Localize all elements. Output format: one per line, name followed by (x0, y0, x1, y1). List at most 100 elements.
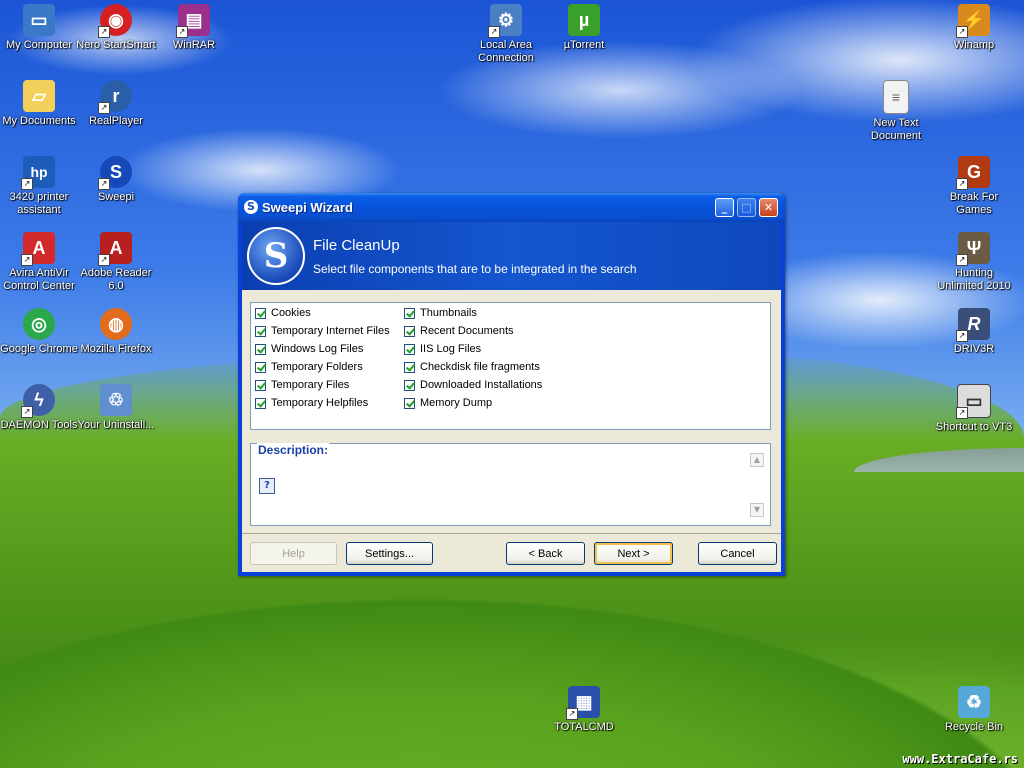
checkbox-checked-icon[interactable] (255, 307, 266, 319)
desktop-icon-hp-printer-assistant[interactable]: hp ↗ 3420 printer assistant (0, 156, 79, 217)
firefox-icon: ◍ (100, 308, 132, 340)
driver-icon: R ↗ (956, 308, 990, 342)
network-icon: ⚙ ↗ (488, 4, 522, 38)
maximize-button[interactable]: □ (737, 198, 756, 217)
cancel-button[interactable]: Cancel (698, 542, 777, 565)
recycle-icon: ♲ (100, 384, 132, 416)
next-button[interactable]: Next > (594, 542, 673, 565)
computer-icon: ▭ (23, 4, 55, 36)
back-button[interactable]: < Back (506, 542, 585, 565)
wizard-header: S File CleanUp Select file components th… (242, 222, 781, 290)
checkbox-checked-icon[interactable] (255, 361, 266, 373)
close-button[interactable]: ✕ (759, 198, 778, 217)
window-client: S File CleanUp Select file components th… (242, 222, 781, 572)
options-panel: Cookies Temporary Internet Files Windows… (250, 302, 771, 430)
checkbox-checked-icon[interactable] (404, 343, 415, 355)
description-scrollbar[interactable]: ▲ ▼ (750, 453, 764, 517)
sweepi-app-icon: S (244, 200, 258, 214)
option-checkdisk-file-fragments[interactable]: Checkdisk file fragments (404, 359, 540, 375)
winamp-icon: ⚡ ↗ (956, 4, 990, 38)
desktop-icon-shortcut-vt3[interactable]: ▭ ↗ Shortcut to VT3 (934, 384, 1014, 434)
watermark: www.ExtraCafe.rs (902, 752, 1018, 766)
checkbox-checked-icon[interactable] (404, 361, 415, 373)
adobe-reader-icon: A ↗ (98, 232, 132, 266)
minimize-icon: _ (721, 201, 728, 214)
help-button[interactable]: Help (250, 542, 337, 565)
chrome-icon: ◎ (23, 308, 55, 340)
page-title: File CleanUp (313, 237, 400, 254)
option-recent-documents[interactable]: Recent Documents (404, 323, 514, 339)
hp-icon: hp ↗ (21, 156, 55, 190)
desktop-icon-hunting-unlimited[interactable]: Ψ ↗ Hunting Unlimited 2010 (934, 232, 1014, 293)
checkbox-checked-icon[interactable] (404, 397, 415, 409)
checkbox-checked-icon[interactable] (255, 343, 266, 355)
option-downloaded-installations[interactable]: Downloaded Installations (404, 377, 542, 393)
settings-button[interactable]: Settings... (346, 542, 433, 565)
option-memory-dump[interactable]: Memory Dump (404, 395, 492, 411)
description-panel: Description: ? ▲ ▼ (250, 443, 771, 526)
desktop-icon-winrar[interactable]: ▤ ↗ WinRAR (154, 4, 234, 52)
desktop-icon-utorrent[interactable]: µ µTorrent (544, 4, 624, 52)
option-temporary-helpfiles[interactable]: Temporary Helpfiles (255, 395, 368, 411)
text-document-icon: ≡ (883, 80, 909, 114)
checkbox-checked-icon[interactable] (404, 307, 415, 319)
scroll-track[interactable] (750, 467, 764, 503)
desktop-icon-driv3r[interactable]: R ↗ DRIV3R (934, 308, 1014, 356)
scroll-down-icon[interactable]: ▼ (750, 503, 764, 517)
desktop-icon-daemon-tools[interactable]: ϟ ↗ DAEMON Tools (0, 384, 79, 432)
sweepi-icon: S ↗ (98, 156, 132, 190)
desktop-icon-my-computer[interactable]: ▭ My Computer (0, 4, 79, 52)
totalcmd-icon: ▦ ↗ (566, 686, 600, 720)
scroll-up-icon[interactable]: ▲ (750, 453, 764, 467)
desktop-icon-break-for-games[interactable]: G ↗ Break For Games (934, 156, 1014, 217)
folder-icon: ▱ (23, 80, 55, 112)
desktop-icon-local-area-connection[interactable]: ⚙ ↗ Local Area Connection (466, 4, 546, 65)
desktop-icon-new-text-document[interactable]: ≡ New Text Document (856, 80, 936, 143)
option-cookies[interactable]: Cookies (255, 305, 311, 321)
page-subtitle: Select file components that are to be in… (313, 262, 637, 276)
option-temporary-internet-files[interactable]: Temporary Internet Files (255, 323, 390, 339)
game-icon: G ↗ (956, 156, 990, 190)
option-iis-log-files[interactable]: IIS Log Files (404, 341, 481, 357)
desktop-icon-your-uninstaller[interactable]: ♲ Your Uninstall... (76, 384, 156, 432)
winrar-icon: ▤ ↗ (176, 4, 210, 38)
desktop-icon-avira[interactable]: A ↗ Avira AntiVir Control Center (0, 232, 79, 293)
avira-icon: A ↗ (21, 232, 55, 266)
maximize-icon: □ (741, 201, 752, 214)
daemon-tools-icon: ϟ ↗ (21, 384, 55, 418)
desktop-icon-sweepi[interactable]: S ↗ Sweepi (76, 156, 156, 204)
title-bar[interactable]: S Sweepi Wizard _ □ ✕ (238, 193, 785, 222)
option-windows-log-files[interactable]: Windows Log Files (255, 341, 363, 357)
utorrent-icon: µ (568, 4, 600, 36)
desktop-icon-my-documents[interactable]: ▱ My Documents (0, 80, 79, 128)
checkbox-checked-icon[interactable] (255, 379, 266, 391)
desktop-icon-recycle-bin[interactable]: ♻ Recycle Bin (934, 686, 1014, 734)
checkbox-checked-icon[interactable] (255, 397, 266, 409)
button-separator (242, 533, 781, 534)
description-label: Description: (257, 443, 330, 457)
desktop-icon-nero[interactable]: ◉ ↗ Nero StartSmart (76, 4, 156, 52)
option-thumbnails[interactable]: Thumbnails (404, 305, 477, 321)
desktop-icon-mozilla-firefox[interactable]: ◍ Mozilla Firefox (76, 308, 156, 356)
desktop-icon-winamp[interactable]: ⚡ ↗ Winamp (934, 4, 1014, 52)
deer-icon: Ψ ↗ (956, 232, 990, 266)
window-title: Sweepi Wizard (262, 200, 353, 215)
close-icon: ✕ (763, 201, 774, 214)
program-icon: ▭ ↗ (956, 384, 991, 419)
realplayer-icon: r ↗ (98, 80, 132, 114)
desktop-icon-totalcmd[interactable]: ▦ ↗ TOTALCMD (544, 686, 624, 734)
recycle-bin-icon: ♻ (958, 686, 990, 718)
nero-icon: ◉ ↗ (98, 4, 132, 38)
checkbox-checked-icon[interactable] (404, 325, 415, 337)
sweepi-wizard-window: S Sweepi Wizard _ □ ✕ S File CleanUp Sel… (238, 193, 785, 576)
sweepi-logo-icon: S (247, 227, 305, 285)
desktop-icon-adobe-reader[interactable]: A ↗ Adobe Reader 6.0 (76, 232, 156, 293)
checkbox-checked-icon[interactable] (404, 379, 415, 391)
desktop-icon-realplayer[interactable]: r ↗ RealPlayer (76, 80, 156, 128)
checkbox-checked-icon[interactable] (255, 325, 266, 337)
desktop-icon-google-chrome[interactable]: ◎ Google Chrome (0, 308, 79, 356)
option-temporary-folders[interactable]: Temporary Folders (255, 359, 363, 375)
help-question-icon: ? (259, 478, 275, 494)
option-temporary-files[interactable]: Temporary Files (255, 377, 349, 393)
minimize-button[interactable]: _ (715, 198, 734, 217)
